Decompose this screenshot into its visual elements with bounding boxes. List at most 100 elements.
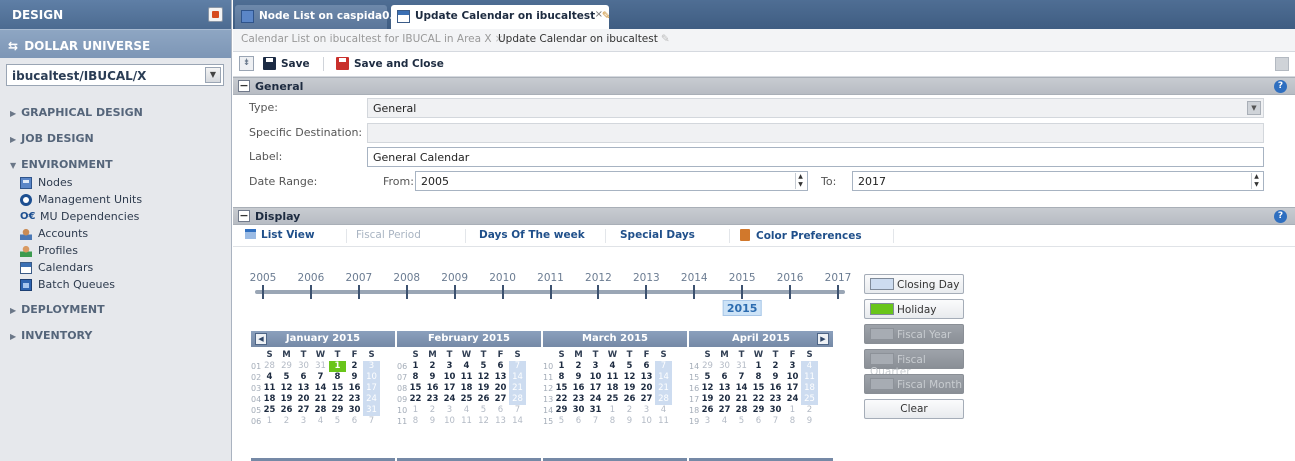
day-cell[interactable]: 3 (295, 416, 312, 427)
timeline-year-label[interactable]: 2014 (681, 272, 708, 284)
day-cell[interactable]: 27 (638, 394, 655, 405)
day-cell[interactable]: 9 (801, 416, 818, 427)
save-button[interactable]: Save (263, 57, 310, 70)
day-cell[interactable]: 6 (716, 372, 733, 383)
day-cell[interactable]: 16 (424, 383, 441, 394)
to-year-input[interactable]: 2017 ▲ ▼ (852, 171, 1264, 191)
day-cell[interactable]: 10 (784, 372, 801, 383)
day-cell[interactable]: 9 (424, 372, 441, 383)
collapse-icon[interactable]: − (238, 80, 250, 92)
day-cell[interactable]: 7 (509, 361, 526, 372)
day-cell[interactable]: 21 (655, 383, 672, 394)
day-cell[interactable]: 1 (329, 361, 346, 372)
day-cell[interactable]: 1 (553, 361, 570, 372)
day-cell[interactable]: 12 (475, 372, 492, 383)
day-cell[interactable]: 19 (699, 394, 716, 405)
day-cell[interactable]: 3 (784, 361, 801, 372)
day-cell[interactable]: 15 (329, 383, 346, 394)
sidebar-item-profiles[interactable]: Profiles (20, 242, 231, 259)
day-cell[interactable]: 10 (587, 372, 604, 383)
day-cell[interactable]: 5 (475, 405, 492, 416)
day-cell[interactable]: 9 (621, 416, 638, 427)
day-cell[interactable]: 23 (346, 394, 363, 405)
day-cell[interactable]: 10 (441, 416, 458, 427)
sidebar-section-inventory[interactable]: ▶ INVENTORY (0, 323, 231, 349)
day-cell[interactable]: 1 (784, 405, 801, 416)
day-cell[interactable]: 8 (329, 372, 346, 383)
sidebar-section-job-design[interactable]: ▶ JOB DESIGN (0, 126, 231, 152)
tab-color-preferences[interactable]: Color Preferences (740, 229, 862, 242)
fiscal-year-button[interactable]: Fiscal Year (864, 324, 964, 344)
day-cell[interactable]: 9 (346, 372, 363, 383)
general-panel-header[interactable]: − General ? (233, 77, 1295, 95)
day-cell[interactable]: 31 (312, 361, 329, 372)
day-cell[interactable]: 16 (570, 383, 587, 394)
day-cell[interactable]: 4 (801, 361, 818, 372)
day-cell[interactable]: 11 (458, 416, 475, 427)
day-cell[interactable]: 8 (553, 372, 570, 383)
day-cell[interactable]: 14 (312, 383, 329, 394)
day-cell[interactable]: 24 (363, 394, 380, 405)
day-cell[interactable]: 2 (424, 361, 441, 372)
day-cell[interactable]: 6 (295, 372, 312, 383)
day-cell[interactable]: 11 (261, 383, 278, 394)
day-cell[interactable]: 8 (750, 372, 767, 383)
toolbar-menu-icon[interactable] (1275, 57, 1289, 71)
day-cell[interactable]: 30 (716, 361, 733, 372)
day-cell[interactable]: 11 (604, 372, 621, 383)
day-cell[interactable]: 7 (312, 372, 329, 383)
day-cell[interactable]: 1 (407, 405, 424, 416)
specific-destination-input[interactable] (367, 123, 1264, 143)
timeline-year-label[interactable]: 2010 (489, 272, 516, 284)
day-cell[interactable]: 21 (509, 383, 526, 394)
day-cell[interactable]: 10 (638, 416, 655, 427)
day-cell[interactable]: 29 (278, 361, 295, 372)
day-cell[interactable]: 25 (261, 405, 278, 416)
day-cell[interactable]: 13 (638, 372, 655, 383)
spinner-icon[interactable]: ▲ ▼ (795, 173, 805, 189)
clear-button[interactable]: Clear (864, 399, 964, 419)
day-cell[interactable]: 20 (716, 394, 733, 405)
day-cell[interactable]: 11 (655, 416, 672, 427)
day-cell[interactable]: 23 (424, 394, 441, 405)
day-cell[interactable]: 24 (587, 394, 604, 405)
day-cell[interactable]: 26 (475, 394, 492, 405)
display-panel-header[interactable]: − Display ? (233, 207, 1295, 225)
day-cell[interactable]: 23 (767, 394, 784, 405)
day-cell[interactable]: 25 (458, 394, 475, 405)
day-cell[interactable]: 6 (570, 416, 587, 427)
day-cell[interactable]: 2 (621, 405, 638, 416)
day-cell[interactable]: 8 (407, 416, 424, 427)
day-cell[interactable]: 15 (553, 383, 570, 394)
breadcrumb-item-calendar-list[interactable]: Calendar List on ibucaltest for IBUCAL i… (241, 33, 503, 48)
day-cell[interactable]: 2 (570, 361, 587, 372)
day-cell[interactable]: 28 (509, 394, 526, 405)
day-cell[interactable]: 7 (655, 361, 672, 372)
day-cell[interactable]: 4 (604, 361, 621, 372)
tab-list-view[interactable]: List View (245, 229, 315, 241)
day-cell[interactable]: 17 (784, 383, 801, 394)
day-cell[interactable]: 9 (570, 372, 587, 383)
save-and-close-button[interactable]: Save and Close (336, 57, 444, 70)
timeline-year-label[interactable]: 2006 (298, 272, 325, 284)
day-cell[interactable]: 13 (295, 383, 312, 394)
day-cell[interactable]: 31 (587, 405, 604, 416)
breadcrumb-item-update-calendar[interactable]: Update Calendar on ibucaltest ✎ (498, 33, 670, 48)
type-select[interactable]: General ▼ (367, 98, 1264, 118)
timeline-year-label[interactable]: 2012 (585, 272, 612, 284)
day-cell[interactable]: 1 (261, 416, 278, 427)
day-cell[interactable]: 30 (295, 361, 312, 372)
day-cell[interactable]: 8 (407, 372, 424, 383)
day-cell[interactable]: 26 (278, 405, 295, 416)
tab-fiscal-period[interactable]: Fiscal Period (356, 229, 421, 241)
day-cell[interactable]: 5 (278, 372, 295, 383)
day-cell[interactable]: 1 (750, 361, 767, 372)
expand-icon[interactable]: ⇟ (239, 56, 254, 71)
day-cell[interactable]: 5 (553, 416, 570, 427)
day-cell[interactable]: 20 (638, 383, 655, 394)
timeline-year-label[interactable]: 2009 (441, 272, 468, 284)
sidebar-section-graphical-design[interactable]: ▶ GRAPHICAL DESIGN (0, 100, 231, 126)
day-cell[interactable]: 25 (801, 394, 818, 405)
day-cell[interactable]: 7 (733, 372, 750, 383)
day-cell[interactable]: 4 (458, 405, 475, 416)
